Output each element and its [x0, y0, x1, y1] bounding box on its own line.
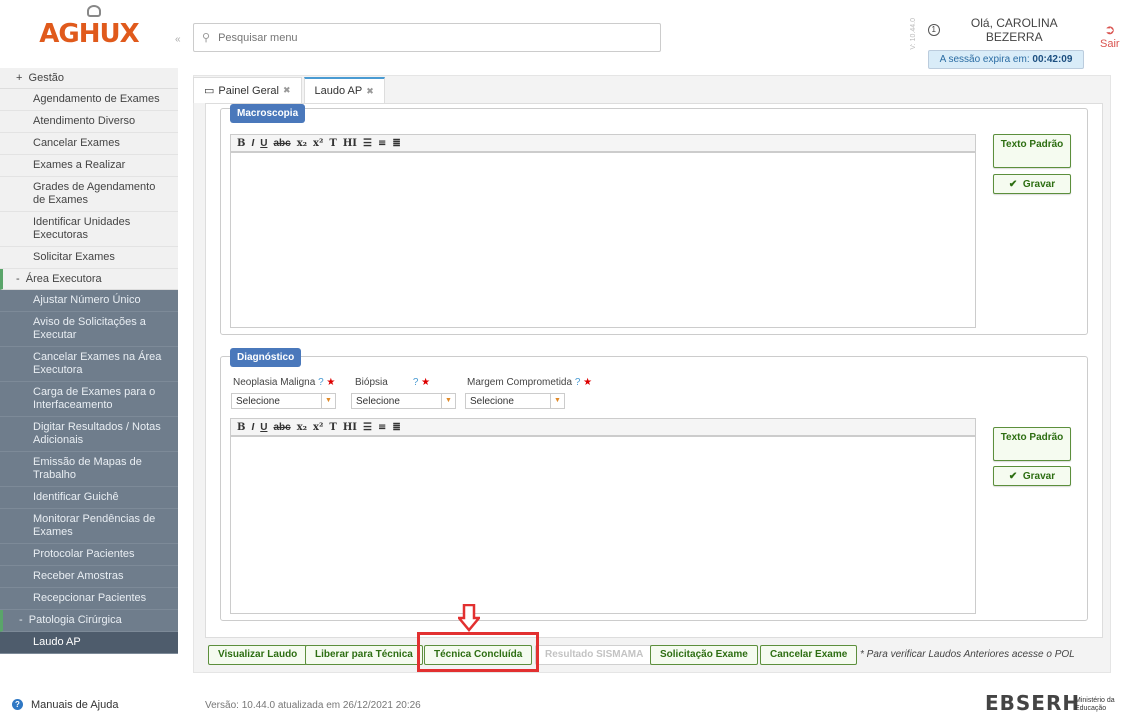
gravar-button[interactable]: ✔ Gravar [993, 174, 1071, 194]
logout-label: Sair [1100, 38, 1120, 50]
user-greeting[interactable]: Olá, CAROLINA BEZERRA [945, 16, 1084, 44]
chevron-down-icon: ▼ [321, 394, 335, 408]
close-icon[interactable]: ✖ [283, 85, 291, 96]
sidebar-group-patologia[interactable]: - Patologia Cirúrgica [0, 610, 178, 632]
version-tag: V: 10.44.0 [910, 18, 917, 50]
sidebar-item-laudo-ap[interactable]: Laudo AP [0, 632, 178, 654]
texto-padrao-button[interactable]: Texto Padrão [993, 134, 1071, 168]
sidebar-item[interactable]: Grades de Agendamento de Exames [0, 177, 178, 212]
editor-toolbar[interactable]: B I Uabc x₂ x² T HI ☰ ≡ ≣ [230, 134, 976, 152]
sidebar-item[interactable]: Cancelar Exames [0, 133, 178, 155]
texto-padrao-button[interactable]: Texto Padrão [993, 427, 1071, 461]
search-input[interactable] [218, 31, 619, 44]
tab-laudo-ap[interactable]: Laudo AP ✖ [303, 77, 385, 103]
tab-bar: ▭ Painel Geral ✖ Laudo AP ✖ [193, 77, 387, 103]
cancelar-exame-button[interactable]: Cancelar Exame [760, 645, 858, 665]
resultado-sismama-button: Resultado SISMAMA [535, 645, 654, 665]
diagnostico-legend: Diagnóstico [230, 348, 302, 367]
macroscopia-editor[interactable] [230, 152, 976, 328]
liberar-tecnica-button[interactable]: Liberar para Técnica [305, 645, 423, 665]
sidebar-item[interactable]: Receber Amostras [0, 566, 178, 588]
solicitacao-exame-button[interactable]: Solicitação Exame [650, 645, 758, 665]
sidebar-item[interactable]: Ajustar Número Único [0, 290, 178, 312]
sidebar-item[interactable]: Emissão de Mapas de Trabalho [0, 452, 178, 487]
user-icon: 1 [928, 24, 940, 36]
gravar-button[interactable]: ✔ Gravar [993, 466, 1071, 486]
logout-button[interactable]: ➲ Sair [1100, 22, 1120, 50]
collapse-sidebar-icon[interactable]: « [175, 34, 181, 45]
logout-icon: ➲ [1104, 22, 1116, 37]
sidebar-item[interactable]: Exames a Realizar [0, 155, 178, 177]
ministry-logo: Ministério da Educação [1075, 697, 1115, 712]
visualizar-laudo-button[interactable]: Visualizar Laudo [208, 645, 308, 665]
margem-label: Margem Comprometida ? ★ [467, 377, 593, 388]
diagnostico-editor[interactable] [230, 436, 976, 614]
monitor-icon: ▭ [204, 85, 215, 97]
logo-text: AGHUX [39, 19, 139, 49]
footer-version: Versão: 10.44.0 atualizada em 26/12/2021… [205, 700, 421, 711]
margem-select[interactable]: Selecione ▼ [465, 393, 565, 409]
chevron-down-icon: ▼ [550, 394, 564, 408]
user-area: 1 Olá, CAROLINA BEZERRA A sessão expira e… [928, 16, 1084, 69]
down-arrow-icon [458, 604, 480, 632]
sidebar-item[interactable]: Carga de Exames para o Interfaceamento [0, 382, 178, 417]
chevron-down-icon: ▼ [441, 394, 455, 408]
ebserh-logo: EBSERH [985, 691, 1081, 715]
sidebar-item[interactable]: Digitar Resultados / Notas Adicionais [0, 417, 178, 452]
logo: AGHUX [0, 0, 178, 68]
highlight-box [417, 632, 539, 672]
session-time: 00:42:09 [1032, 54, 1073, 65]
search-icon: ⚲ [202, 32, 211, 44]
sidebar-item[interactable]: Recepcionar Pacientes [0, 588, 178, 610]
sidebar-item[interactable]: Cancelar Exames na Área Executora [0, 347, 178, 382]
close-icon[interactable]: ✖ [366, 86, 374, 97]
sidebar-group-area-executora[interactable]: - Área Executora [0, 269, 178, 290]
biopsia-select[interactable]: Selecione ▼ [351, 393, 456, 409]
session-timer: A sessão expira em: 00:42:09 [928, 50, 1084, 69]
sidebar: + Gestão Agendamento de Exames Atendiment… [0, 68, 178, 693]
sidebar-item[interactable]: Identificar Unidades Executoras [0, 212, 178, 247]
help-icon: ? [12, 699, 23, 710]
sidebar-item[interactable]: Aviso de Solicitações a Executar [0, 312, 178, 347]
neoplasia-label: Neoplasia Maligna ? ★ [233, 377, 336, 388]
macroscopia-legend: Macroscopia [230, 104, 306, 123]
sidebar-item[interactable]: Atendimento Diverso [0, 111, 178, 133]
search-box[interactable]: ⚲ [193, 23, 661, 52]
tab-painel-geral[interactable]: ▭ Painel Geral ✖ [193, 77, 302, 103]
neoplasia-select[interactable]: Selecione ▼ [231, 393, 336, 409]
help-link[interactable]: ? Manuais de Ajuda [0, 696, 178, 713]
sidebar-item[interactable]: Agendamento de Exames [0, 89, 178, 111]
sidebar-item[interactable]: Monitorar Pendências de Exames [0, 509, 178, 544]
editor-toolbar[interactable]: B I Uabc x₂ x² T HI ☰ ≡ ≣ [230, 418, 976, 436]
sidebar-item[interactable]: Protocolar Pacientes [0, 544, 178, 566]
sidebar-group-gestao[interactable]: + Gestão [0, 68, 178, 89]
sidebar-item[interactable]: Identificar Guichê [0, 487, 178, 509]
note-text: * Para verificar Laudos Anteriores acess… [860, 649, 1075, 660]
biopsia-label: Biópsia ? ★ [355, 377, 431, 388]
sidebar-item[interactable]: Solicitar Exames [0, 247, 178, 269]
